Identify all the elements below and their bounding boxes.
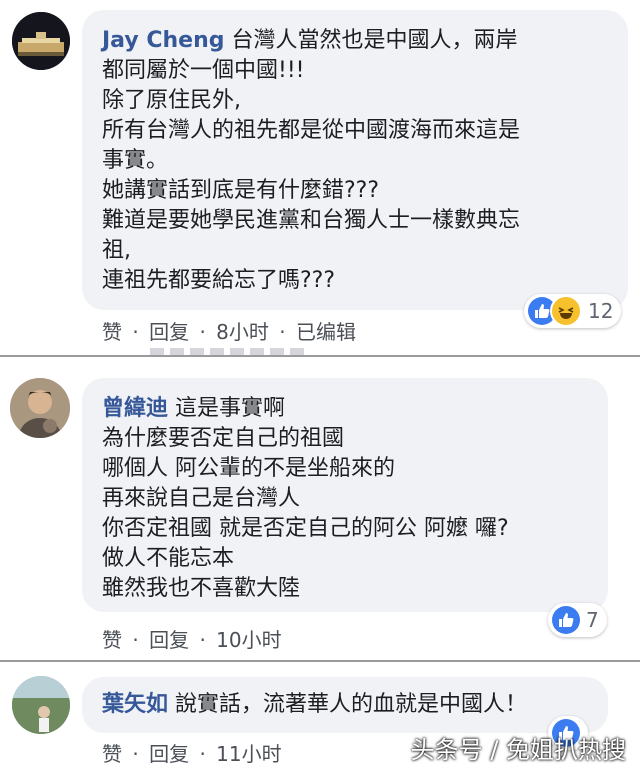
comment-text: 說實話，流著華人的血就是中國人！ [175,692,528,717]
comment-text: 台灣人當然也是中國人，兩岸 [231,28,518,53]
like-link[interactable]: 赞 [102,738,122,767]
reaction-summary[interactable]: 12 [524,294,622,328]
comment-time[interactable]: 10小时 [216,624,281,653]
edited-label[interactable]: 已编辑 [296,316,356,345]
comment-text: 雖然我也不喜歡大陸 [102,576,301,601]
separator-dot: · [199,320,206,344]
comment-text: 事實。 [102,148,169,173]
comment-text: 為什麼要否定自己的祖國 [102,426,345,451]
separator-dot: · [199,742,206,766]
watermark: 头条号 / 免姐扒热搜 [410,736,626,764]
reaction-count: 12 [588,299,614,323]
comment-actions: 赞 · 回复 · 8小时 · 已编辑 [102,316,356,345]
separator-dot: · [132,628,139,652]
comment-text: 再來說自己是台灣人 [102,486,301,511]
comment-text: 這是事實啊 [175,396,286,421]
comment-text: 除了原住民外, [102,88,241,113]
comment-text: 你否定祖國 就是否定自己的阿公 阿嬤 囉? [102,516,509,541]
reply-link[interactable]: 回复 [149,316,189,345]
comment-bubble: Jay Cheng 台灣人當然也是中國人，兩岸 都同屬於一個中國!!! 除了原住… [82,10,628,310]
separator-dot: · [132,320,139,344]
comment-text: 所有台灣人的祖先都是從中國渡海而來這是 [102,118,521,143]
comment-author[interactable]: 葉矢如 [102,692,168,717]
reply-link[interactable]: 回复 [149,738,189,767]
haha-reaction-icon [550,295,582,327]
comment-text: 哪個人 阿公輩的不是坐船來的 [102,456,395,481]
divider [0,355,640,357]
like-link[interactable]: 赞 [102,624,122,653]
avatar[interactable] [12,12,70,70]
building-avatar-image [12,12,70,70]
comment-text: 做人不能忘本 [102,546,235,571]
comment-bubble: 曾緯迪 這是事實啊 為什麼要否定自己的祖國 哪個人 阿公輩的不是坐船來的 再來說… [82,378,608,612]
comment-actions: 赞 · 回复 · 11小时 [102,738,282,767]
comment-text: 祖, [102,238,131,263]
separator-dot: · [279,320,286,344]
comment-text: 連祖先都要給忘了嗎??? [102,268,336,293]
divider [0,660,640,662]
separator-dot: · [132,742,139,766]
comment-text: 難道是要她學民進黨和台獨人士一樣數典忘 [102,208,521,233]
comment-author[interactable]: Jay Cheng [102,28,225,53]
reply-link[interactable]: 回复 [149,624,189,653]
outdoor-avatar-image [12,676,70,734]
comment-actions: 赞 · 回复 · 10小时 [102,624,282,653]
avatar[interactable] [12,676,70,734]
comment-time[interactable]: 8小时 [216,316,269,345]
like-link[interactable]: 赞 [102,316,122,345]
avatar[interactable] [10,378,70,438]
comment-author[interactable]: 曾緯迪 [102,396,168,421]
comment-text: 她講實話到底是有什麼錯??? [102,178,380,203]
like-reaction-icon [552,606,580,634]
comment-text: 都同屬於一個中國!!! [102,58,305,83]
person-avatar-image [10,378,70,438]
comment-bubble: 葉矢如 說實話，流著華人的血就是中國人！ [82,677,608,733]
reaction-summary[interactable]: 7 [548,603,607,637]
comment-time[interactable]: 11小时 [216,738,281,767]
separator-dot: · [199,628,206,652]
reaction-count: 7 [586,608,599,632]
